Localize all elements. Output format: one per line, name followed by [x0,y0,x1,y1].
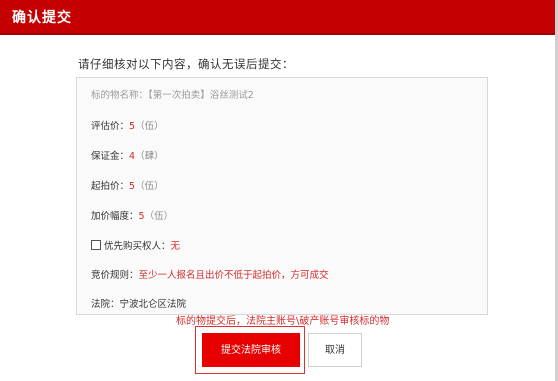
submit-to-court-button[interactable]: 提交法院审核 [202,333,300,367]
increment-label: 加价幅度： [91,211,139,222]
bidding-rule-row: 竞价规则：至少一人报名且出价不低于起拍价，方可成交 [91,267,329,281]
subject-value: 【第一次拍卖】浴丝测试2 [148,90,254,101]
deposit-label: 保证金： [91,151,130,162]
court-row: 法院：宁波北仑区法院 [91,296,186,310]
checkbox-icon [91,240,101,250]
priority-buyer-row: 优先购买权人：无 [91,238,180,252]
court-value: 宁波北仑区法院 [119,299,187,310]
appraisal-cn: （伍） [135,121,164,132]
cancel-button[interactable]: 取消 [308,333,362,367]
details-panel: 标的物名称：【第一次拍卖】浴丝测试2 评估价：5（伍） 保证金：4（肆） 起拍价… [76,77,488,315]
subject-row: 标的物名称：【第一次拍卖】浴丝测试2 [91,87,254,101]
deposit-row: 保证金：4（肆） [91,148,164,162]
increment-row: 加价幅度：5（伍） [91,208,173,222]
review-notice: 标的物提交后，法院主账号\破产账号审核标的物 [176,316,390,327]
confirm-submit-dialog: 确认提交 请仔细核对以下内容，确认无误后提交： 标的物名称：【第一次拍卖】浴丝测… [0,0,558,381]
intro-text: 请仔细核对以下内容，确认无误后提交： [78,57,294,71]
start-price-cn: （伍） [135,181,164,192]
dialog-header: 确认提交 [0,0,555,35]
appraisal-row: 评估价：5（伍） [91,118,164,132]
deposit-cn: （肆） [135,151,164,162]
appraisal-label: 评估价： [91,121,130,132]
court-label: 法院： [91,299,120,310]
bidding-rule-value: 至少一人报名且出价不低于起拍价，方可成交 [138,270,329,281]
dialog-title: 确认提交 [12,10,72,26]
priority-buyer-value: 无 [170,241,181,252]
increment-cn: （伍） [144,211,174,222]
priority-buyer-label: 优先购买权人： [104,241,171,252]
subject-label: 标的物名称： [91,90,149,101]
start-price-row: 起拍价：5（伍） [91,178,164,192]
start-price-label: 起拍价： [91,181,130,192]
bidding-rule-label: 竞价规则： [91,270,139,281]
